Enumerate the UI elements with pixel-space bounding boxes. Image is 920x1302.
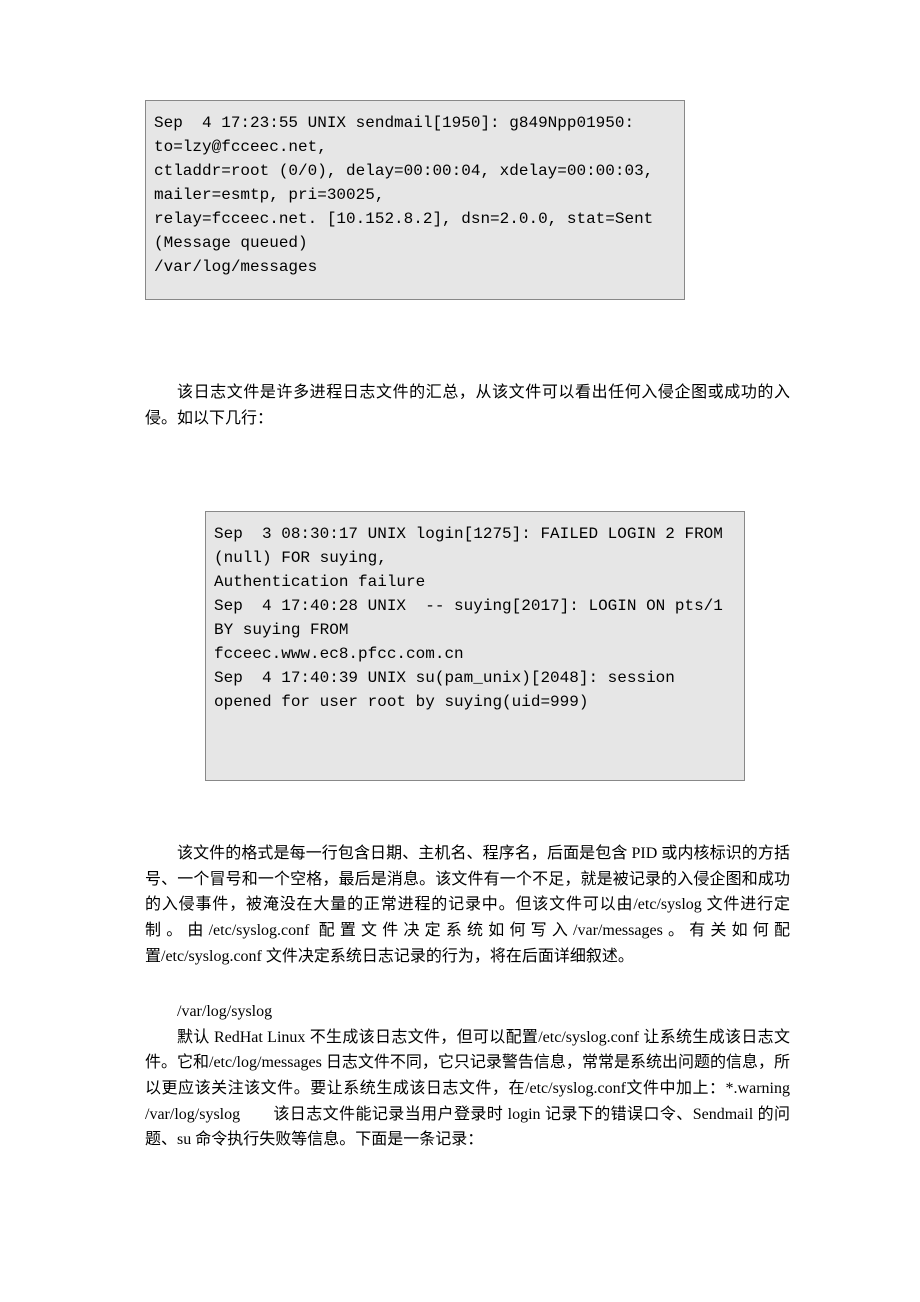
code-block-login-log: Sep 3 08:30:17 UNIX login[1275]: FAILED … [205, 511, 745, 781]
spacer [145, 300, 790, 380]
code-block-sendmail-log: Sep 4 17:23:55 UNIX sendmail[1950]: g849… [145, 100, 685, 300]
paragraph-format-explain: 该文件的格式是每一行包含日期、主机名、程序名，后面是包含 PID 或内核标识的方… [145, 841, 790, 969]
spacer [145, 969, 790, 999]
spacer [145, 781, 790, 841]
paragraph-summary: 该日志文件是许多进程日志文件的汇总，从该文件可以看出任何入侵企图或成功的入侵。如… [145, 380, 790, 431]
spacer [145, 431, 790, 511]
paragraph-syslog-desc: 默认 RedHat Linux 不生成该日志文件，但可以配置/etc/syslo… [145, 1025, 790, 1153]
heading-syslog: /var/log/syslog [145, 999, 790, 1025]
